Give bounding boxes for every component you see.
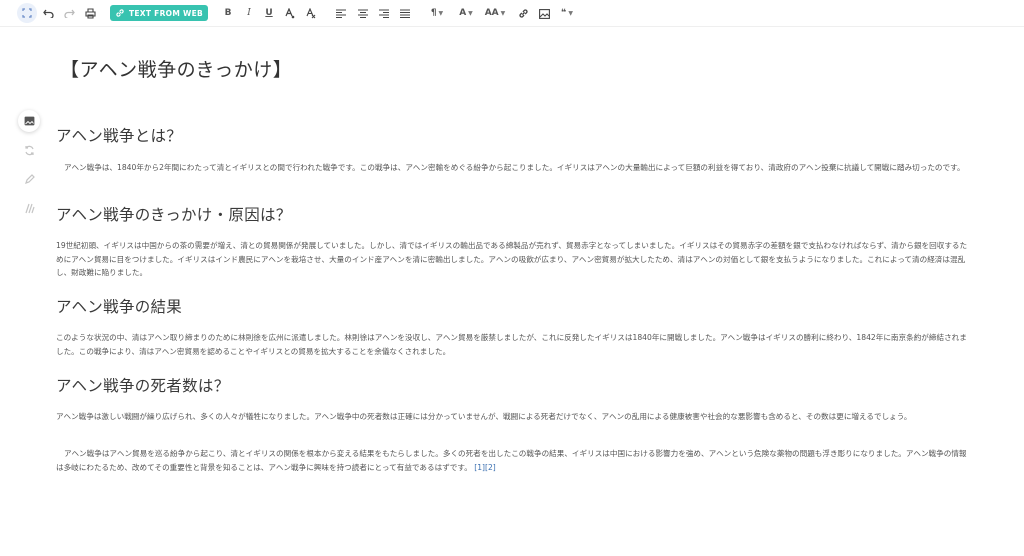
paragraph[interactable]: アヘン戦争は激しい戦闘が繰り広げられ、多くの人々が犠牲になりました。アヘン戦争中…	[56, 410, 968, 424]
bold-button[interactable]: B	[221, 4, 235, 23]
font-family-dropdown[interactable]: A ▼	[457, 4, 475, 23]
quote-icon: ❝	[561, 8, 567, 18]
underline-button[interactable]: U	[262, 4, 276, 23]
insert-image-icon[interactable]	[537, 4, 551, 23]
refresh-icon	[24, 145, 34, 155]
text-from-web-label: TEXT FROM WEB	[128, 8, 204, 18]
chevron-down-icon: ▼	[468, 10, 473, 17]
text-from-web-button[interactable]: TEXT FROM WEB	[110, 5, 208, 21]
chevron-down-icon: ▼	[500, 10, 506, 17]
insert-link-icon[interactable]	[516, 4, 530, 23]
image-icon	[24, 116, 34, 126]
section-heading[interactable]: アヘン戦争の死者数は？	[56, 374, 230, 396]
insert-image-side-button[interactable]	[18, 110, 40, 132]
link-icon	[116, 9, 124, 17]
font-icon: A	[459, 8, 467, 18]
text-color-icon[interactable]	[282, 4, 296, 23]
chevron-down-icon: ▼	[438, 10, 444, 17]
document-title[interactable]: 【アヘン戦争のきっかけ】	[60, 55, 292, 82]
paragraph[interactable]: アヘン戦争はアヘン貿易を巡る紛争から起こり、清とイギリスの関係を根本から変える結…	[56, 447, 968, 474]
font-size-dropdown[interactable]: AA ▼	[484, 4, 506, 23]
format-side-button[interactable]	[18, 197, 40, 219]
section-heading[interactable]: アヘン戦争とは？	[56, 124, 182, 146]
paragraph[interactable]: アヘン戦争は、1840年から2年間にわたって清とイギリスとの間で行われた戦争です…	[56, 161, 968, 175]
pilcrow-icon: ¶	[430, 8, 437, 18]
paragraph[interactable]: このような状況の中、清はアヘン取り締まりのために林則徐を広州に派遣しました。林則…	[56, 331, 968, 358]
paragraph-text: アヘン戦争はアヘン貿易を巡る紛争から起こり、清とイギリスの関係を根本から変える結…	[56, 449, 967, 472]
editor-toolbar: TEXT FROM WEB B I U ¶ ▼ A ▼ AA ▼ ❝ ▼	[0, 0, 1024, 27]
edit-side-button[interactable]	[18, 168, 40, 190]
print-icon[interactable]	[83, 4, 97, 23]
align-justify-icon[interactable]	[398, 4, 412, 23]
undo-icon[interactable]	[41, 4, 55, 23]
paragraph[interactable]: 19世紀初頭、イギリスは中国からの茶の需要が増え、清との貿易関係が発展していまし…	[56, 239, 968, 280]
section-heading[interactable]: アヘン戦争の結果	[56, 295, 182, 317]
slashes-icon	[24, 203, 35, 213]
clear-format-icon[interactable]	[303, 4, 317, 23]
pencil-icon	[24, 173, 35, 184]
section-heading[interactable]: アヘン戦争のきっかけ・原因は？	[56, 203, 292, 225]
quote-dropdown[interactable]: ❝ ▼	[558, 4, 576, 23]
redo-icon[interactable]	[62, 4, 76, 23]
paragraph-format-dropdown[interactable]: ¶ ▼	[428, 4, 446, 23]
font-size-label: AA	[484, 8, 499, 18]
align-left-icon[interactable]	[334, 4, 348, 23]
align-right-icon[interactable]	[377, 4, 391, 23]
align-center-icon[interactable]	[356, 4, 370, 23]
italic-button[interactable]: I	[242, 4, 256, 23]
chevron-down-icon: ▼	[568, 10, 573, 17]
focus-mode-icon[interactable]	[17, 3, 37, 23]
rewrite-side-button[interactable]	[18, 139, 40, 161]
citation-link[interactable]: [1][2]	[474, 463, 496, 472]
